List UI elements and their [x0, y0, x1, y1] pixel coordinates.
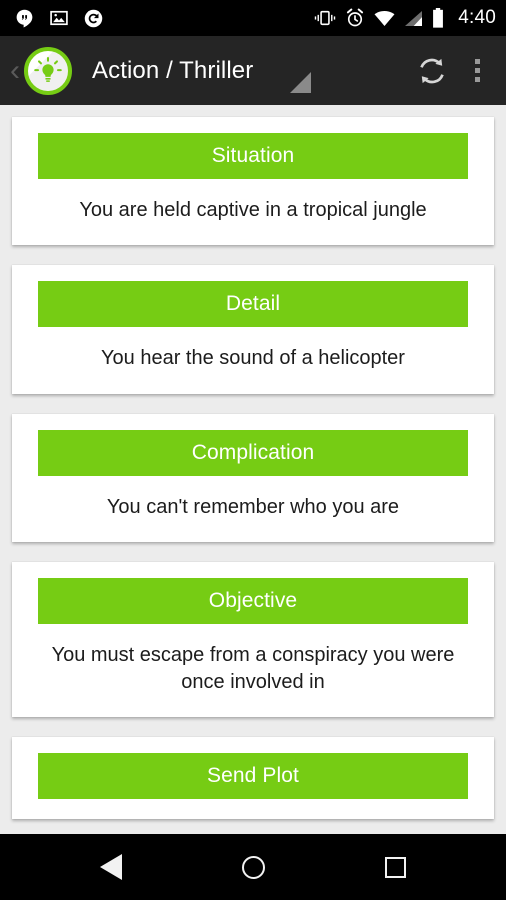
- plot-card-situation: Situation You are held captive in a trop…: [12, 117, 494, 246]
- sync-circle-icon: [83, 8, 104, 29]
- system-navigation-bar: [0, 834, 506, 900]
- hangouts-icon: [14, 8, 35, 29]
- nav-recents-icon: [384, 856, 406, 878]
- section-header-objective[interactable]: Objective: [38, 578, 468, 625]
- plot-card-send: Send Plot: [12, 737, 494, 820]
- plot-text-situation: You are held captive in a tropical jungl…: [79, 199, 427, 222]
- battery-icon: [432, 8, 444, 28]
- alarm-icon: [345, 8, 365, 28]
- lightbulb-icon[interactable]: [24, 46, 72, 95]
- signal-icon: [404, 10, 423, 27]
- plot-card-list[interactable]: Situation You are held captive in a trop…: [0, 105, 506, 834]
- nav-home-button[interactable]: [220, 834, 286, 900]
- refresh-icon[interactable]: [415, 54, 449, 88]
- status-bar: 4:40: [0, 0, 506, 36]
- plot-card-complication: Complication You can't remember who you …: [12, 413, 494, 543]
- status-bar-system-icons: 4:40: [314, 7, 496, 29]
- page-title: Action / Thriller: [92, 56, 254, 84]
- plot-text-objective: You must escape from a conspiracy you we…: [51, 644, 455, 693]
- more-vert-icon[interactable]: [469, 55, 486, 86]
- app-bar: ‹ Action / Thriller: [0, 36, 506, 105]
- nav-home-icon: [241, 855, 265, 879]
- section-header-detail[interactable]: Detail: [38, 281, 468, 328]
- wifi-icon: [374, 10, 395, 27]
- nav-back-button[interactable]: [78, 834, 144, 900]
- section-header-complication[interactable]: Complication: [38, 429, 468, 476]
- plot-text-detail: You hear the sound of a helicopter: [101, 347, 405, 370]
- dropdown-triangle-icon[interactable]: [290, 72, 311, 93]
- section-header-situation[interactable]: Situation: [38, 133, 468, 180]
- plot-card-detail: Detail You hear the sound of a helicopte…: [12, 265, 494, 394]
- status-bar-clock: 4:40: [458, 7, 496, 28]
- vibrate-icon: [314, 9, 336, 27]
- phone-screen: 4:40 ‹ Action / Thriller Situation You a…: [0, 0, 506, 900]
- plot-text-complication: You can't remember who you are: [106, 495, 400, 518]
- plot-card-objective: Objective You must escape from a conspir…: [12, 562, 494, 718]
- photo-icon: [49, 8, 69, 28]
- back-chevron-icon[interactable]: ‹: [6, 55, 24, 86]
- nav-back-icon: [100, 854, 122, 880]
- app-bar-actions: [415, 54, 498, 88]
- send-plot-button[interactable]: Send Plot: [38, 753, 468, 800]
- status-bar-notifications: [14, 8, 104, 29]
- nav-recents-button[interactable]: [362, 834, 428, 900]
